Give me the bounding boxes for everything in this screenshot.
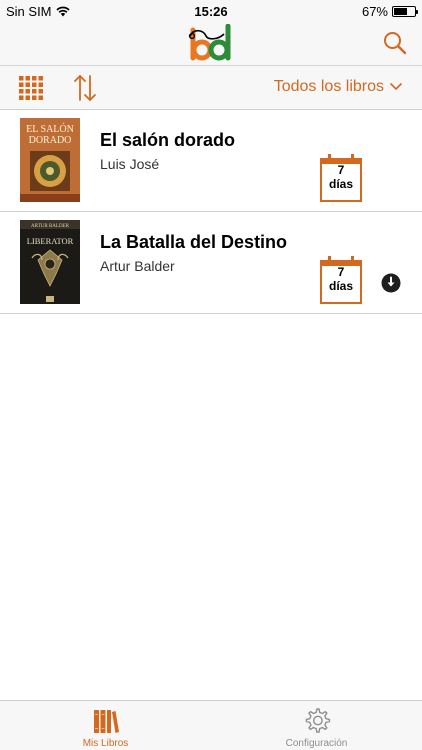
book-cover-image: ARTUR BALDER LIBERATOR xyxy=(20,220,80,304)
carrier-label: Sin SIM xyxy=(6,3,52,19)
tab-bar: Mis Libros Configuración xyxy=(0,700,422,750)
sort-arrows-icon[interactable] xyxy=(72,74,98,102)
download-icon[interactable] xyxy=(381,273,401,293)
filter-dropdown[interactable]: Todos los libros xyxy=(274,78,402,96)
app-screen: Sin SIM 15:26 67% Todos los libros EL SA… xyxy=(0,0,422,750)
battery-percent: 67% xyxy=(361,3,388,19)
book-author: Luis José xyxy=(100,156,160,172)
loan-days-unit: días xyxy=(328,177,353,191)
loan-days-number: 7 xyxy=(337,163,345,177)
status-bar: Sin SIM 15:26 67% xyxy=(0,0,422,22)
library-toolbar: Todos los libros xyxy=(0,66,422,110)
loan-calendar-badge: 7 días xyxy=(320,256,362,304)
loan-days-number: 7 xyxy=(337,265,345,279)
tab-configuracion[interactable]: Configuración xyxy=(211,701,422,750)
loan-calendar-badge: 7 días xyxy=(320,154,362,202)
wifi-icon xyxy=(55,6,70,16)
battery-icon xyxy=(392,5,418,17)
book-list: EL SALÓN DORADO El salón dorado Luis Jos… xyxy=(0,110,422,314)
book-row[interactable]: EL SALÓN DORADO El salón dorado Luis Jos… xyxy=(0,110,422,212)
book-title: La Batalla del Destino xyxy=(100,232,288,252)
book-title: El salón dorado xyxy=(100,130,236,150)
filter-label: Todos los libros xyxy=(273,78,384,95)
svg-text:ARTUR BALDER: ARTUR BALDER xyxy=(31,224,70,229)
nav-bar xyxy=(0,22,422,66)
book-row[interactable]: ARTUR BALDER LIBERATOR La Batalla del De… xyxy=(0,212,422,314)
tab-label: Configuración xyxy=(285,738,348,749)
search-icon[interactable] xyxy=(382,30,408,56)
battery-fill xyxy=(394,7,408,15)
tab-label: Mis Libros xyxy=(82,738,129,749)
svg-text:EL SALÓN: EL SALÓN xyxy=(26,123,74,135)
svg-text:LIBERATOR: LIBERATOR xyxy=(27,236,74,246)
book-cover-image: EL SALÓN DORADO xyxy=(20,118,80,202)
svg-text:DORADO: DORADO xyxy=(29,135,72,146)
chevron-down-icon xyxy=(390,83,402,91)
grid-view-icon[interactable] xyxy=(19,76,43,100)
tab-mis-libros[interactable]: Mis Libros xyxy=(0,701,211,750)
bd-logo-icon xyxy=(188,24,231,61)
book-author: Artur Balder xyxy=(100,258,175,274)
books-icon xyxy=(93,710,119,733)
loan-days-unit: días xyxy=(328,279,353,293)
gear-icon xyxy=(305,708,330,733)
